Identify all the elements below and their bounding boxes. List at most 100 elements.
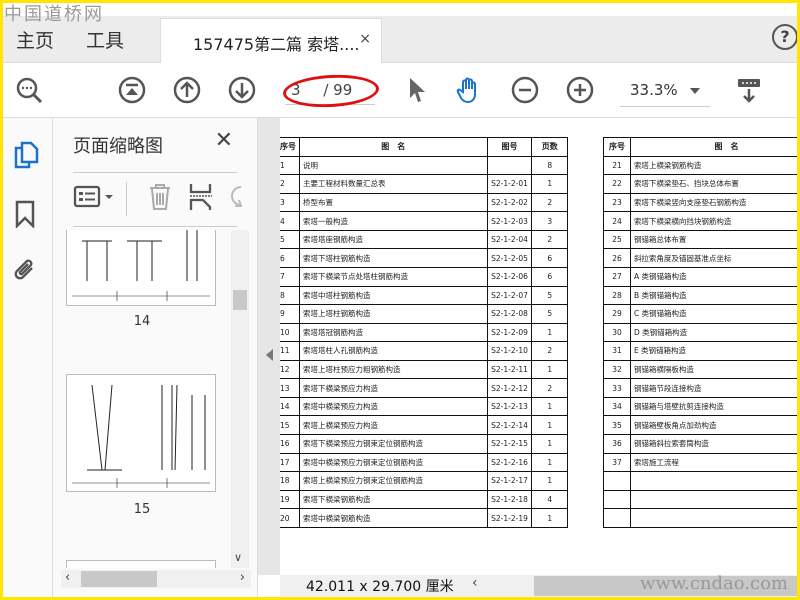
collapse-panel-icon[interactable] — [266, 349, 273, 361]
table-cell: 6 — [531, 266, 568, 287]
hand-tool-icon[interactable] — [455, 76, 483, 104]
extract-page-icon[interactable] — [188, 182, 214, 212]
first-page-icon[interactable] — [118, 76, 146, 104]
table-row: 37 索塔施工流程 — [603, 452, 800, 473]
table-cell: 索塔中横梁预应力钢束定位钢筋构造 — [299, 452, 488, 473]
attachment-icon[interactable] — [12, 256, 38, 284]
table-cell: 5 — [531, 304, 568, 324]
table-cell: 35 — [603, 415, 631, 435]
next-page-icon[interactable] — [228, 76, 256, 104]
table-cell: S2-1-2-18 — [486, 489, 533, 510]
table-cell: C 类钢锚箱构造 — [629, 304, 800, 324]
chevron-down-icon[interactable] — [690, 88, 700, 94]
table-cell: 钢锚箱横隔板构造 — [629, 359, 800, 380]
thumbnail-horizontal-scrollbar[interactable]: ‹ › — [61, 570, 251, 588]
table-cell: 18 — [280, 471, 300, 491]
table-cell: 索塔施工流程 — [629, 452, 800, 473]
previous-page-icon[interactable] — [173, 76, 201, 104]
page-thumbnails-icon[interactable] — [13, 140, 39, 170]
scroll-left-icon[interactable]: ‹ — [472, 575, 478, 591]
table-cell: 17 — [280, 452, 300, 473]
table-cell: 5 — [531, 285, 568, 306]
table-cell: 6 — [531, 248, 568, 268]
scroll-mode-icon[interactable] — [735, 76, 763, 104]
zoom-level-select[interactable]: 33.3% — [620, 79, 710, 107]
zoom-search-icon[interactable] — [15, 76, 43, 104]
table-cell: 27 — [603, 266, 631, 287]
toolbar: 3 / 99 33.3% — [0, 63, 800, 118]
table-cell: 索塔中横梁预应力构造 — [299, 396, 488, 417]
page-thumbnail[interactable] — [66, 230, 216, 306]
help-icon[interactable]: ? — [772, 24, 798, 50]
table-cell: 索塔上横梁钢筋构造 — [629, 155, 800, 176]
scroll-thumb[interactable] — [81, 571, 157, 587]
table-cell: 索塔下横梁垫石、挡块总体布置 — [629, 174, 800, 194]
document-page: 序号 图 名 图号 页数 1 说明 8 2 主要工程材料数量汇总表 S2-1-2-01 1 3… — [280, 118, 800, 575]
tab-tools[interactable]: 工具 — [86, 26, 124, 53]
table-cell: S2-1-2-05 — [486, 248, 533, 268]
table-cell: 钢锚箱总体布置 — [629, 229, 800, 250]
scroll-left-icon[interactable]: ‹ — [65, 570, 70, 585]
table-cell: S2-1-2-06 — [486, 266, 533, 287]
table-cell: 1 — [531, 452, 568, 473]
table-cell: S2-1-2-17 — [486, 471, 533, 491]
table-cell: S2-1-2-15 — [486, 434, 533, 454]
zoom-in-icon[interactable] — [566, 76, 594, 104]
page-thumbnail[interactable] — [66, 560, 216, 568]
table-row: 33 钢锚箱节段连接构造 — [603, 378, 800, 398]
table-cell: 23 — [603, 192, 631, 213]
table-cell: 28 — [603, 285, 631, 306]
table-row: 19 索塔下横梁钢筋构造 S2-1-2-18 4 — [280, 489, 568, 510]
panel-collapse-strip[interactable] — [258, 118, 280, 575]
bookmark-icon[interactable] — [14, 200, 36, 228]
table-cell: A 类钢锚箱构造 — [629, 266, 800, 287]
table-cell: 24 — [603, 211, 631, 231]
table-row: 12 索塔上塔柱预应力粗钢筋构造 S2-1-2-11 1 — [280, 359, 568, 380]
table-cell: S2-1-2-12 — [486, 378, 533, 398]
table-row: 9 索塔上塔柱钢筋构造 S2-1-2-08 5 — [280, 304, 568, 324]
table-cell: 2 — [531, 341, 568, 361]
scroll-down-icon[interactable]: ∨ — [234, 551, 242, 564]
watermark-bottom: www.cndao.com — [640, 573, 788, 594]
table-cell: 20 — [280, 508, 300, 528]
table-row: 35 钢锚箱壁板角点加劲构造 — [603, 415, 800, 435]
table-cell — [603, 489, 631, 510]
table-cell: 2 — [531, 378, 568, 398]
table-row: 24 索塔下横梁横向挡块钢筋构造 — [603, 211, 800, 231]
select-cursor-icon[interactable] — [403, 76, 431, 104]
table-cell: 1 — [280, 155, 300, 176]
scroll-right-icon[interactable]: › — [240, 570, 245, 585]
watermark-top: 中国道桥网 — [4, 4, 104, 25]
col-header: 图 名 — [629, 137, 800, 157]
table-cell: 1 — [531, 508, 568, 528]
zoom-value: 33.3% — [630, 81, 678, 99]
table-row — [603, 508, 800, 528]
zoom-out-icon[interactable] — [511, 76, 539, 104]
thumbnail-vertical-scrollbar[interactable]: ∨ — [231, 230, 249, 568]
col-header: 序号 — [603, 137, 631, 157]
table-cell: 33 — [603, 378, 631, 398]
scroll-thumb[interactable] — [233, 290, 247, 310]
table-row — [603, 471, 800, 491]
table-cell: 16 — [280, 434, 300, 454]
drawing-index-table-right: 序号 图 名 21 索塔上横梁钢筋构造 22 索塔下横梁垫石、挡块总体布置 23 索塔下横… — [603, 137, 800, 528]
table-row: 21 索塔上横梁钢筋构造 — [603, 155, 800, 176]
rotate-page-icon[interactable] — [229, 184, 243, 210]
table-row: 17 索塔中横梁预应力钢束定位钢筋构造 S2-1-2-16 1 — [280, 452, 568, 473]
close-tab-icon[interactable]: × — [359, 31, 371, 47]
tab-document[interactable]: 157475第二篇 索塔.... × — [160, 18, 382, 64]
table-cell: 13 — [280, 378, 300, 398]
panel-title: 页面缩略图 — [73, 136, 163, 157]
delete-page-icon[interactable] — [147, 182, 173, 212]
close-panel-icon[interactable]: ✕ — [215, 128, 233, 153]
table-cell: S2-1-2-10 — [486, 341, 533, 361]
table-cell: 1 — [531, 415, 568, 435]
table-cell: S2-1-2-11 — [486, 359, 533, 380]
table-cell: 索塔下横梁横向挡块钢筋构造 — [629, 211, 800, 231]
page-thumbnail[interactable] — [66, 374, 216, 492]
thumbnail-options-icon[interactable] — [73, 184, 117, 210]
tab-home[interactable]: 主页 — [16, 26, 54, 53]
table-row: 30 D 类钢锚箱构造 — [603, 322, 800, 343]
col-header: 图 名 — [299, 137, 488, 157]
table-row: 23 索塔下横梁竖向支座垫石钢筋构造 — [603, 192, 800, 213]
